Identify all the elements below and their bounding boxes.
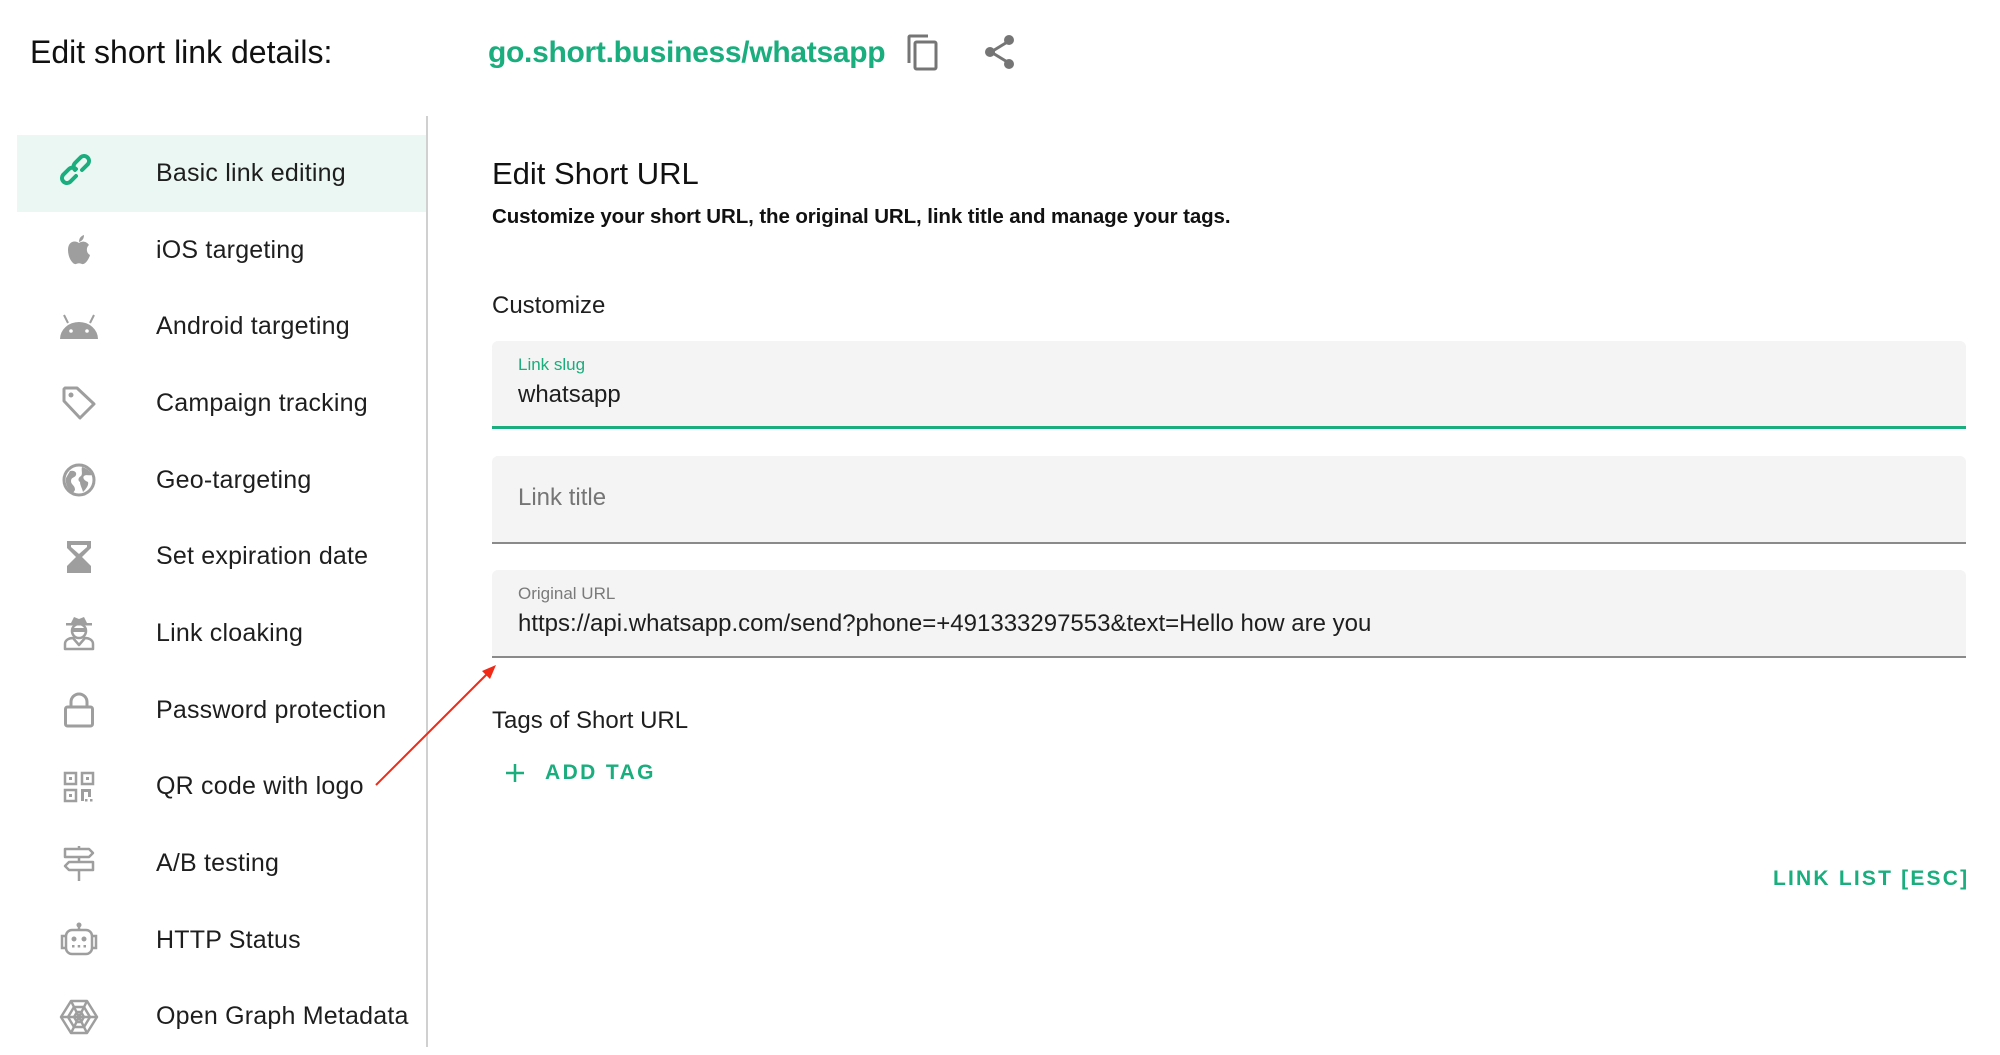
sidebar-item-open-graph-metadata[interactable]: Open Graph Metadata <box>17 979 426 1055</box>
page-title: Edit short link details: <box>30 34 333 70</box>
sidebar-item-password-protection[interactable]: Password protection <box>17 672 426 749</box>
short-link[interactable]: go.short.business/whatsapp <box>488 31 886 75</box>
sidebar-item-label: Open Graph Metadata <box>156 1002 409 1031</box>
lock-icon <box>59 690 99 730</box>
copy-icon <box>907 34 938 71</box>
apple-icon <box>59 230 99 270</box>
sidebar-item-ios-targeting[interactable]: iOS targeting <box>17 212 426 289</box>
sidebar-item-label: Android targeting <box>156 312 350 341</box>
link-icon <box>59 153 99 193</box>
sidebar-item-ab-testing[interactable]: A/B testing <box>17 825 426 902</box>
share-button[interactable] <box>980 32 1020 72</box>
spy-icon <box>59 613 99 653</box>
add-tag-label: ADD TAG <box>545 761 656 784</box>
sidebar-item-set-expiration-date[interactable]: Set expiration date <box>17 518 426 595</box>
sidebar-item-label: Link cloaking <box>156 618 304 647</box>
link-slug-label: Link slug <box>518 355 586 374</box>
hourglass-icon <box>59 537 99 577</box>
share-icon <box>985 35 1014 69</box>
plus-icon <box>506 764 524 782</box>
add-tag-button[interactable]: ADD TAG <box>505 756 656 790</box>
signpost-icon <box>59 844 99 884</box>
sidebar-divider <box>426 116 428 1047</box>
original-url-label: Original URL <box>518 584 616 603</box>
sidebar-item-basic-link-editing[interactable]: Basic link editing <box>17 135 426 212</box>
copy-button[interactable] <box>903 32 943 72</box>
sidebar-item-qr-code-with-logo[interactable]: QR code with logo <box>17 749 426 826</box>
android-icon <box>59 307 99 347</box>
sidebar-item-label: iOS targeting <box>156 235 305 264</box>
tags-label: Tags of Short URL <box>492 707 689 734</box>
link-title-input[interactable] <box>518 484 1918 512</box>
annotation-arrow-head <box>482 665 496 679</box>
sidebar-item-link-cloaking[interactable]: Link cloaking <box>17 595 426 672</box>
link-list-button[interactable]: LINK LIST [ESC] <box>1773 867 1969 891</box>
sidebar-item-android-targeting[interactable]: Android targeting <box>17 288 426 365</box>
link-title-field[interactable]: Link title <box>492 456 1966 544</box>
sidebar-item-label: HTTP Status <box>156 925 301 954</box>
sidebar-item-label: Password protection <box>156 695 387 724</box>
sidebar: Basic link editing iOS targeting Android… <box>17 135 426 1055</box>
robot-icon <box>59 920 99 960</box>
globe-icon <box>59 460 99 500</box>
sidebar-item-label: Set expiration date <box>156 542 369 571</box>
sidebar-item-campaign-tracking[interactable]: Campaign tracking <box>17 365 426 442</box>
link-slug-field[interactable]: Link slug <box>492 341 1966 429</box>
original-url-input[interactable] <box>518 610 1918 638</box>
original-url-field[interactable]: Original URL <box>492 570 1966 658</box>
tag-icon <box>59 383 99 423</box>
section-description: Customize your short URL, the original U… <box>492 205 1231 228</box>
sidebar-item-http-status[interactable]: HTTP Status <box>17 902 426 979</box>
sidebar-item-label: Campaign tracking <box>156 388 368 417</box>
spider-web-icon <box>59 997 99 1037</box>
sidebar-item-label: A/B testing <box>156 849 280 878</box>
customize-label: Customize <box>492 292 606 319</box>
section-title: Edit Short URL <box>492 156 699 191</box>
sidebar-item-label: Geo-targeting <box>156 465 312 494</box>
sidebar-item-label: QR code with logo <box>156 772 364 801</box>
sidebar-item-geo-targeting[interactable]: Geo-targeting <box>17 442 426 519</box>
qr-code-icon <box>59 767 99 807</box>
link-slug-input[interactable] <box>518 381 1918 409</box>
sidebar-item-label: Basic link editing <box>156 158 346 187</box>
